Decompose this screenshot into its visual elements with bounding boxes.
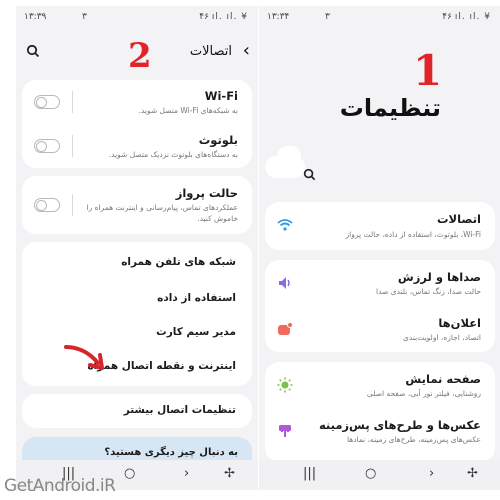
airplane-title: حالت پرواز bbox=[175, 186, 238, 200]
airplane-subtitle: عملکردهای تماس، پیام‌رسانی و اینترنت همر… bbox=[86, 203, 238, 212]
red-arrow-icon bbox=[64, 345, 104, 370]
item-title: صفحه نمایش bbox=[405, 372, 481, 386]
back-nav-icon[interactable]: › bbox=[184, 466, 189, 481]
bluetooth-title: بلوتوث bbox=[198, 133, 238, 147]
settings-item-wallpapers[interactable]: عکس‌ها و طرح‌های پس‌زمینه عکس‌های پس‌زمی… bbox=[265, 410, 495, 458]
wifi-icon bbox=[277, 218, 293, 234]
item-subtitle: Wi-Fi، بلوتوث، استفاده از داده، حالت پرو… bbox=[345, 230, 481, 239]
status-indicator: ۳ bbox=[325, 12, 330, 22]
settings-item-connections[interactable]: اتصالات Wi-Fi، بلوتوث، استفاده از داده، … bbox=[265, 202, 495, 250]
settings-item-sounds[interactable]: صداها و لرزش حالت صدا، زنگ تماس، بلندی ص… bbox=[265, 260, 495, 306]
item-subtitle: حالت صدا، زنگ تماس، بلندی صدا bbox=[375, 287, 481, 296]
bluetooth-toggle[interactable] bbox=[34, 139, 60, 153]
decoration bbox=[265, 156, 305, 178]
settings-item-display[interactable]: صفحه نمایش روشنایی، فیلتر نور آبی، صفحه … bbox=[265, 362, 495, 410]
item-title: اعلان‌ها bbox=[438, 316, 481, 330]
item-subtitle: عکس‌های پس‌زمینه، طرح‌های زمینه، نمادها bbox=[346, 435, 481, 444]
status-time: ۱۳:۳۴ bbox=[267, 12, 290, 22]
search-icon[interactable] bbox=[26, 44, 40, 62]
recents-icon[interactable]: ||| bbox=[303, 466, 316, 481]
back-nav-icon[interactable]: › bbox=[429, 466, 434, 481]
wifi-row[interactable]: Wi-Fi به شبکه‌های Wi-Fi متصل شوید. bbox=[22, 80, 252, 124]
bluetooth-row[interactable]: بلوتوث به دستگاه‌های بلوتوث نزدیک متصل ش… bbox=[22, 124, 252, 168]
sim-manager-item[interactable]: مدیر سیم کارت bbox=[156, 326, 236, 338]
signal-icons: ۴۶ ıl. ıl. ¥ bbox=[199, 12, 248, 22]
page-title: تنظیمات bbox=[339, 94, 441, 122]
airplane-row[interactable]: حالت پرواز عملکردهای تماس، پیام‌رسانی و … bbox=[22, 176, 252, 234]
home-icon[interactable]: ○ bbox=[365, 466, 376, 481]
wireless-card: Wi-Fi به شبکه‌های Wi-Fi متصل شوید. بلوتو… bbox=[22, 80, 252, 168]
connections-card: اتصالات Wi-Fi، بلوتوث، استفاده از داده، … bbox=[265, 202, 495, 250]
accessibility-icon[interactable]: ✢ bbox=[467, 466, 478, 481]
theme-icon bbox=[277, 423, 293, 439]
more-connection-settings-item[interactable]: تنظیمات اتصال بیشتر bbox=[124, 404, 236, 416]
item-subtitle: روشنایی، فیلتر نور آبی، صفحه اصلی bbox=[366, 389, 481, 398]
airplane-subtitle-2: خاموش کنید. bbox=[197, 214, 238, 223]
network-list-card: شبکه های تلفن همراه استفاده از داده مدیر… bbox=[22, 242, 252, 386]
status-bar: ۱۳:۳۹ ۳ ۴۶ ıl. ıl. ¥ bbox=[16, 6, 258, 26]
navigation-bar: ||| ○ › ✢ bbox=[259, 460, 500, 490]
step-number: 2 bbox=[128, 36, 152, 76]
site-watermark: GetAndroid.iR bbox=[4, 476, 116, 496]
wifi-toggle[interactable] bbox=[34, 95, 60, 109]
step-number: 1 bbox=[413, 46, 443, 95]
status-indicator: ۳ bbox=[82, 12, 87, 22]
accessibility-icon[interactable]: ✢ bbox=[224, 466, 235, 481]
status-bar: ۱۳:۳۴ ۳ ۴۶ ıl. ıl. ¥ bbox=[259, 6, 500, 26]
back-icon[interactable]: ‹ bbox=[243, 40, 250, 61]
notification-icon bbox=[277, 321, 293, 337]
page-title: اتصالات bbox=[189, 44, 232, 59]
item-title: عکس‌ها و طرح‌های پس‌زمینه bbox=[318, 418, 481, 432]
wifi-subtitle: به شبکه‌های Wi-Fi متصل شوید. bbox=[138, 106, 238, 115]
settings-item-notifications[interactable]: اعلان‌ها اتصاد، اجازه، اولویت‌بندی bbox=[265, 306, 495, 352]
search-icon[interactable] bbox=[303, 166, 316, 185]
wifi-title: Wi-Fi bbox=[204, 89, 238, 103]
signal-icons: ۴۶ ıl. ıl. ¥ bbox=[442, 12, 491, 22]
airplane-card: حالت پرواز عملکردهای تماس، پیام‌رسانی و … bbox=[22, 176, 252, 234]
promo-text: به دنبال چیز دیگری هستید؟ bbox=[104, 447, 238, 458]
bluetooth-subtitle: به دستگاه‌های بلوتوث نزدیک متصل شوید. bbox=[108, 150, 238, 159]
item-title: اتصالات bbox=[436, 212, 481, 226]
connections-screen: ۱۳:۳۹ ۳ ۴۶ ıl. ıl. ¥ اتصالات ‹ 2 Wi-Fi ب… bbox=[16, 6, 258, 490]
more-settings-card: تنظیمات اتصال بیشتر bbox=[22, 394, 252, 428]
display-card: صفحه نمایش روشنایی، فیلتر نور آبی، صفحه … bbox=[265, 362, 495, 462]
status-time: ۱۳:۳۹ bbox=[24, 12, 47, 22]
divider bbox=[72, 135, 73, 157]
brightness-icon bbox=[277, 377, 293, 393]
settings-screen: ۱۳:۳۴ ۳ ۴۶ ıl. ıl. ¥ 1 تنظیمات اتصالات W… bbox=[259, 6, 500, 490]
home-icon[interactable]: ○ bbox=[124, 466, 135, 481]
sound-notification-card: صداها و لرزش حالت صدا، زنگ تماس، بلندی ص… bbox=[265, 260, 495, 352]
item-title: صداها و لرزش bbox=[397, 270, 481, 284]
mobile-networks-item[interactable]: شبکه های تلفن همراه bbox=[121, 256, 236, 268]
divider bbox=[72, 91, 73, 113]
item-subtitle: اتصاد، اجازه، اولویت‌بندی bbox=[403, 333, 481, 342]
sound-icon bbox=[277, 275, 293, 291]
divider bbox=[72, 194, 73, 216]
data-usage-item[interactable]: استفاده از داده bbox=[157, 292, 236, 304]
airplane-toggle[interactable] bbox=[34, 198, 60, 212]
